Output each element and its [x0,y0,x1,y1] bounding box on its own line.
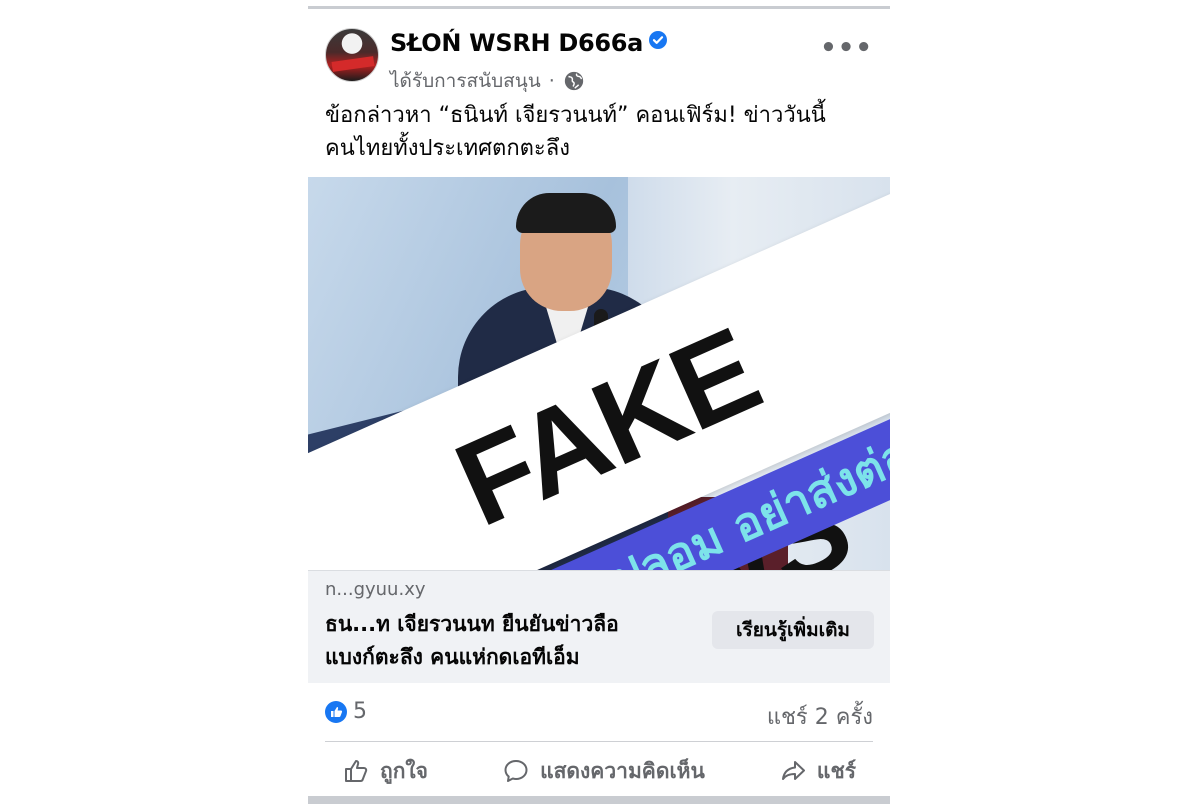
post-text: ข้อกล่าวหา “ธนินท์ เจียรวนนท์” คอนเฟิร์ม… [325,99,875,165]
thumbs-up-icon [345,760,368,782]
share-arrow-icon [781,761,805,780]
post-text-line: ข้อกล่าวหา “ธนินท์ เจียรวนนท์” คอนเฟิร์ม… [325,103,826,128]
post-text-line: คนไทยทั้งประเทศตกตะลึง [325,136,570,161]
link-title-line: แบงก์ตะลึง คนแห่กดเอทีเอ็ม [325,645,580,669]
verified-badge-icon [649,31,668,49]
like-label: ถูกใจ [380,758,428,783]
author-avatar[interactable] [325,28,379,82]
author-name[interactable]: SŁOŃ WSRH D666a [390,29,643,57]
share-count[interactable]: แชร์ 2 ครั้ง [767,699,873,734]
person-hair [516,193,616,233]
sponsored-label[interactable]: ได้รับการสนับสนุน [390,66,541,96]
action-divider [325,741,873,742]
action-bar: ถูกใจ แสดงความคิดเห็น แชร์ [325,747,873,795]
meta-separator: · [548,70,555,92]
link-title: ธน...ท เจียรวนนท ยืนยันข่าวลือ แบงก์ตะลึ… [325,608,685,674]
post-meta: ได้รับการสนับสนุน · [390,66,585,96]
post-bottom-border [308,796,890,804]
reaction-stats: 5 แชร์ 2 ครั้ง [325,699,873,730]
like-button[interactable]: ถูกใจ [342,755,428,788]
share-button[interactable]: แชร์ [779,755,856,788]
share-label: แชร์ [816,758,856,783]
globe-icon [564,71,583,91]
comment-button[interactable]: แสดงความคิดเห็น [502,755,705,788]
link-domain: n...gyuu.xy [325,579,426,600]
learn-more-button[interactable]: เรียนรู้เพิ่มเติม [712,611,874,649]
like-reaction-icon[interactable] [325,701,347,723]
avatar-graphic [331,56,375,72]
like-count[interactable]: 5 [353,699,367,724]
comment-label: แสดงความคิดเห็น [540,758,705,783]
more-options-button[interactable]: ••• [820,33,873,63]
link-title-line: ธน...ท เจียรวนนท ยืนยันข่าวลือ [325,612,619,636]
link-preview[interactable]: n...gyuu.xy ธน...ท เจียรวนนท ยืนยันข่าวล… [308,570,890,683]
comment-icon [504,760,528,782]
sponsored-post: SŁOŃ WSRH D666a ได้รับการสนับสนุน · ••• … [308,6,890,804]
post-image[interactable]: FAKE NEWS ข่าวปลอม อย่าส่งต่อ [308,177,890,570]
author-name-row: SŁOŃ WSRH D666a [390,29,668,57]
